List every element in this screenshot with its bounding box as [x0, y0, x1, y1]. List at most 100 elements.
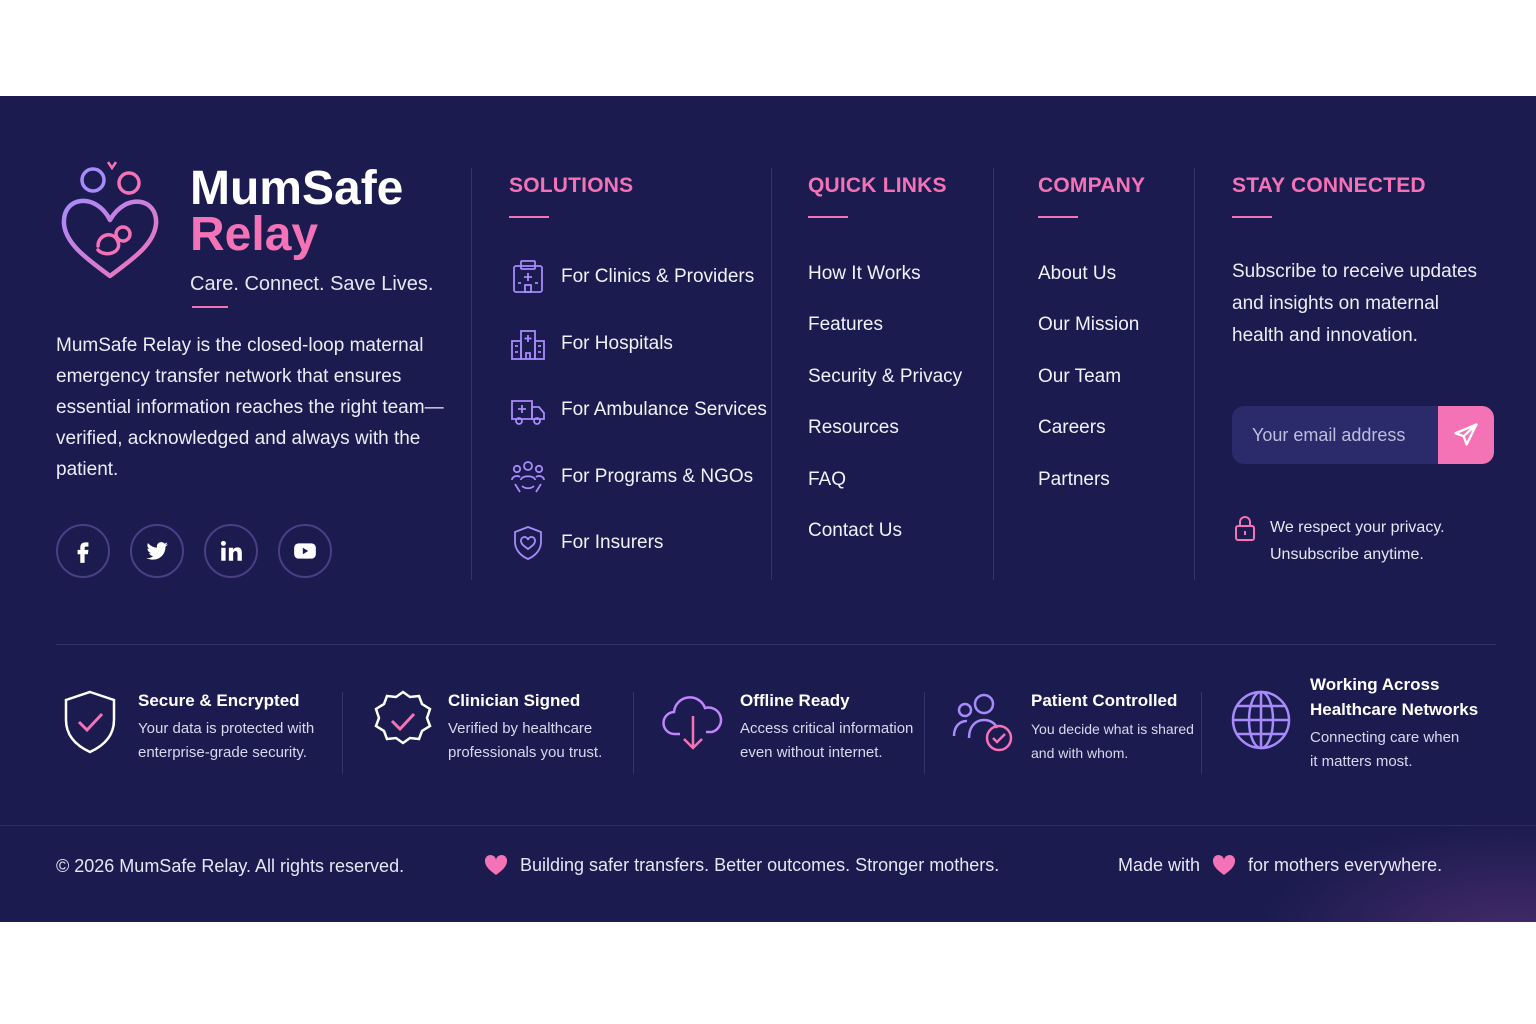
privacy-line1: We respect your privacy.	[1270, 519, 1445, 536]
company-column: COMPANY About Us Our Mission Our Team Ca…	[1038, 174, 1145, 506]
solution-label: For Ambulance Services	[561, 399, 767, 421]
send-icon	[1454, 423, 1478, 446]
youtube-link[interactable]	[278, 524, 332, 578]
site-footer: MumSafe Relay Care. Connect. Save Lives.…	[0, 96, 1536, 922]
newsletter-form	[1232, 406, 1494, 464]
brand-name-line1: MumSafe	[190, 162, 404, 215]
feature-divider	[633, 692, 634, 774]
title-underline	[1232, 216, 1272, 218]
link-partners[interactable]: Partners	[1038, 454, 1145, 506]
privacy-line2: Unsubscribe anytime.	[1270, 546, 1424, 563]
column-divider	[471, 168, 472, 580]
facebook-link[interactable]	[56, 524, 110, 578]
company-title: COMPANY	[1038, 174, 1146, 197]
shield-heart-icon	[514, 526, 542, 561]
feature-description: Verified by healthcare professionals you …	[448, 720, 603, 761]
linkedin-icon	[220, 540, 242, 561]
link-our-mission[interactable]: Our Mission	[1038, 300, 1145, 352]
solution-hospitals-link[interactable]: For Hospitals	[509, 311, 767, 378]
for-mothers-text: for mothers everywhere.	[1248, 854, 1443, 875]
shield-check-icon	[64, 690, 116, 754]
motto-text: Building safer transfers. Better outcome…	[520, 854, 1000, 875]
link-resources[interactable]: Resources	[808, 403, 962, 455]
feature-title: Clinician Signed	[448, 691, 581, 710]
social-links	[56, 524, 332, 578]
facebook-icon	[77, 542, 89, 563]
made-with-love: Made with for mothers everywhere.	[1118, 854, 1442, 876]
solutions-list: For Clinics & Providers For Hospitals Fo…	[509, 244, 767, 577]
solution-label: For Clinics & Providers	[561, 266, 755, 288]
link-faq[interactable]: FAQ	[808, 454, 962, 506]
feature-divider	[1201, 692, 1202, 774]
feature-offline-ready: Offline Ready Access critical informatio…	[660, 688, 913, 765]
solution-label: For Programs & NGOs	[561, 465, 754, 487]
feature-secure: Secure & Encrypted Your data is protecte…	[60, 688, 314, 765]
brand-name-line2: Relay	[190, 208, 319, 261]
feature-healthcare-networks: Working Across Healthcare Networks Connec…	[1230, 675, 1478, 774]
privacy-note: We respect your privacy. Unsubscribe any…	[1232, 514, 1512, 568]
ambulance-icon	[511, 400, 545, 426]
feature-description: Connecting care when it matters most.	[1310, 729, 1460, 770]
link-how-it-works[interactable]: How It Works	[808, 248, 962, 300]
solution-ambulance-link[interactable]: For Ambulance Services	[509, 377, 767, 444]
heart-icon	[1213, 854, 1236, 875]
solution-clinics-link[interactable]: For Clinics & Providers	[509, 244, 767, 311]
link-contact-us[interactable]: Contact Us	[808, 506, 962, 558]
stay-connected-title: STAY CONNECTED	[1232, 174, 1426, 197]
title-underline	[808, 216, 848, 218]
solutions-title: SOLUTIONS	[509, 174, 634, 197]
link-security-privacy[interactable]: Security & Privacy	[808, 351, 962, 403]
link-about-us[interactable]: About Us	[1038, 248, 1145, 300]
badge-check-icon	[374, 690, 432, 745]
brand-tagline: Care. Connect. Save Lives.	[190, 273, 434, 295]
company-list: About Us Our Mission Our Team Careers Pa…	[1038, 248, 1145, 506]
hospital-icon	[511, 329, 545, 360]
feature-patient-controlled: Patient Controlled You decide what is sh…	[951, 688, 1194, 765]
heart-icon	[484, 854, 508, 875]
twitter-link[interactable]	[130, 524, 184, 578]
globe-icon	[1231, 690, 1291, 750]
solution-label: For Insurers	[561, 532, 664, 554]
youtube-icon	[294, 543, 316, 559]
quick-links-title: QUICK LINKS	[808, 174, 947, 197]
solution-insurers-link[interactable]: For Insurers	[509, 510, 767, 577]
link-careers[interactable]: Careers	[1038, 403, 1145, 455]
cloud-download-icon	[662, 696, 723, 750]
quick-links-list: How It Works Features Security & Privacy…	[808, 248, 962, 557]
title-underline	[509, 216, 549, 218]
solution-label: For Hospitals	[561, 332, 673, 354]
made-with-text: Made with	[1118, 854, 1201, 875]
clinic-icon	[513, 260, 543, 294]
section-divider	[56, 644, 1496, 645]
tagline-underline	[192, 306, 228, 308]
feature-description: Your data is protected with enterprise-gr…	[138, 720, 315, 761]
column-divider	[1194, 168, 1195, 580]
lock-icon	[1235, 516, 1255, 541]
link-our-team[interactable]: Our Team	[1038, 351, 1145, 403]
column-divider	[993, 168, 994, 580]
email-input[interactable]	[1232, 406, 1440, 464]
feature-divider	[342, 692, 343, 774]
feature-title: Offline Ready	[740, 691, 850, 710]
feature-title: Patient Controlled	[1031, 691, 1178, 710]
feature-title: Working Across Healthcare Networks	[1310, 675, 1479, 719]
mumsafe-logo-icon	[61, 161, 159, 279]
privacy-text: We respect your privacy. Unsubscribe any…	[1270, 514, 1445, 568]
users-check-icon	[952, 693, 1013, 752]
copyright: © 2026 MumSafe Relay. All rights reserve…	[56, 856, 405, 876]
quick-links-column: QUICK LINKS How It Works Features Securi…	[808, 174, 962, 557]
motto: Building safer transfers. Better outcome…	[484, 854, 999, 876]
brand-name: MumSafe Relay	[190, 162, 404, 261]
solution-programs-link[interactable]: For Programs & NGOs	[509, 444, 767, 511]
feature-description: You decide what is shared and with whom.	[1031, 721, 1194, 761]
twitter-icon	[146, 542, 168, 560]
feature-description: Access critical information even without …	[740, 720, 914, 761]
link-features[interactable]: Features	[808, 300, 962, 352]
linkedin-link[interactable]	[204, 524, 258, 578]
brand-description: MumSafe Relay is the closed-loop materna…	[56, 335, 444, 480]
column-divider	[771, 168, 772, 580]
stay-connected-column: STAY CONNECTED Subscribe to receive upda…	[1232, 174, 1512, 594]
community-icon	[511, 460, 545, 493]
subscribe-text: Subscribe to receive updates and insight…	[1232, 261, 1478, 346]
subscribe-button[interactable]	[1438, 406, 1494, 464]
